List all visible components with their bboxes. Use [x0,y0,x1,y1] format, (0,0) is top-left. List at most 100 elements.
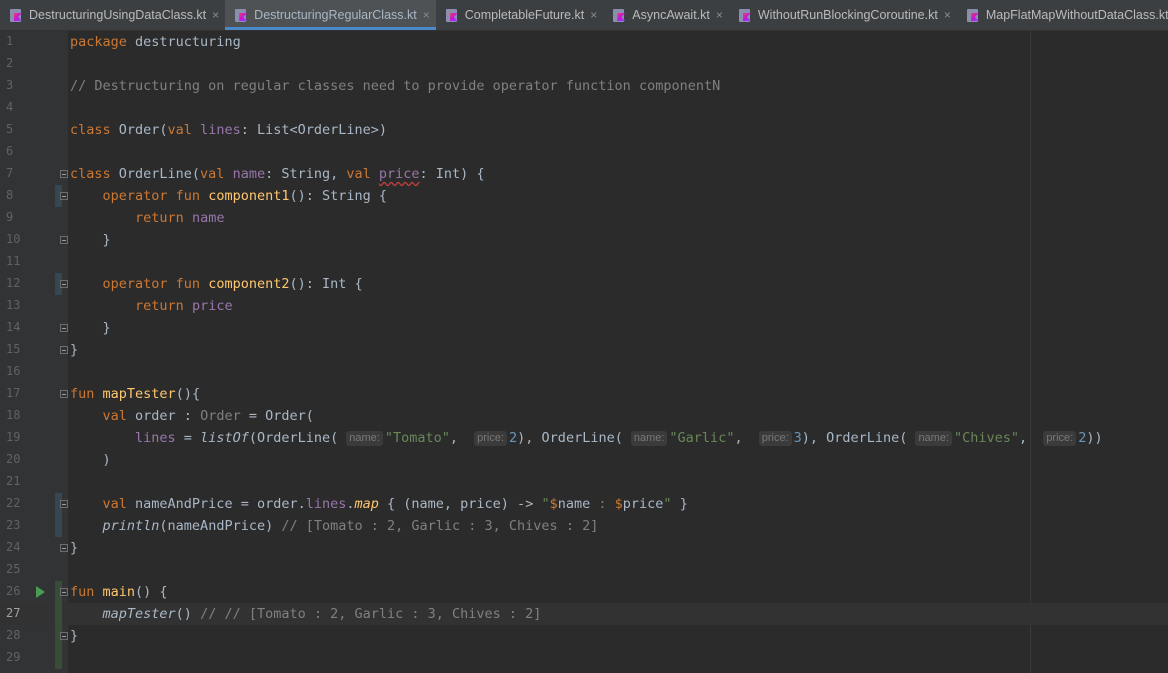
code-token: (): Int { [289,276,363,292]
line-number: 26 [6,584,21,598]
close-tab-icon[interactable]: × [590,8,597,22]
code-line[interactable]: 12 operator fun component2(): Int { [0,273,1168,295]
code-line[interactable]: 19 lines = listOf(OrderLine(name: "Tomato… [0,427,1168,449]
line-number: 22 [6,496,21,510]
line-number: 10 [6,232,21,246]
code-line[interactable]: 10 } [0,229,1168,251]
code-token: "Tomato" [384,430,450,446]
code-line[interactable]: 20 ) [0,449,1168,471]
code-line[interactable]: 13 return price [0,295,1168,317]
code-token: price [191,298,233,314]
tab-completablefuture[interactable]: CompletableFuture.kt × [436,0,604,30]
code-line[interactable]: 6 [0,141,1168,163]
tab-destructuringusingdataclass[interactable]: DestructuringUsingDataClass.kt × [0,0,225,30]
code-text: operator fun component1(): String { [70,187,388,205]
code-line[interactable]: 11 [0,251,1168,273]
close-tab-icon[interactable]: × [423,8,430,22]
code-line[interactable]: 16 [0,361,1168,383]
code-token: val [102,496,127,512]
code-token: : [590,496,615,512]
code-line[interactable]: 5 class Order(val lines: List<OrderLine>) [0,119,1168,141]
code-token: return [135,298,184,314]
line-number: 16 [6,364,21,378]
tab-label: DestructuringRegularClass.kt [254,8,417,22]
kotlin-file-icon [738,8,752,22]
fold-marker-icon[interactable] [60,346,68,354]
fold-marker-icon[interactable] [60,236,68,244]
code-token: return [135,210,184,226]
code-token: (nameAndPrice) [159,518,282,534]
code-token: val [200,166,225,182]
code-line[interactable]: 21 [0,471,1168,493]
code-line[interactable]: 25 [0,559,1168,581]
code-text: } [70,319,111,337]
code-line[interactable]: 28} [0,625,1168,647]
tab-label: DestructuringUsingDataClass.kt [29,8,207,22]
fold-marker-icon[interactable] [60,632,68,640]
code-text: fun main() { [70,583,168,601]
code-line[interactable]: 27 mapTester() // // [Tomato : 2, Garlic… [0,603,1168,625]
code-token: "Chives" [954,430,1020,446]
code-token: () [175,606,201,622]
code-text: } [70,627,78,645]
code-token: { (name, price) -> [378,496,542,512]
code-line[interactable]: 18 val order : Order = Order( [0,405,1168,427]
tab-asyncawait[interactable]: AsyncAwait.kt × [603,0,729,30]
code-token: $ [549,496,558,512]
code-line[interactable]: 23 println(nameAndPrice) // [Tomato : 2,… [0,515,1168,537]
close-tab-icon[interactable]: × [944,8,951,22]
line-number: 1 [6,34,14,48]
code-token: )) [1086,430,1103,446]
code-text: ) [70,451,111,469]
close-tab-icon[interactable]: × [212,8,219,22]
code-line[interactable]: 24} [0,537,1168,559]
code-token: // // [Tomato : 2, Garlic : 3, Chives : … [200,606,542,622]
fold-marker-icon[interactable] [60,390,68,398]
code-line[interactable]: 1 package destructuring [0,31,1168,53]
code-line[interactable]: 8 operator fun component1(): String { [0,185,1168,207]
tab-label: AsyncAwait.kt [632,8,710,22]
fold-marker-icon[interactable] [60,324,68,332]
code-line[interactable]: 14 } [0,317,1168,339]
fold-marker-icon[interactable] [60,588,68,596]
code-line[interactable]: 4 [0,97,1168,119]
code-editor[interactable]: 1 package destructuring 2 3// Destructuring… [0,31,1168,673]
code-line[interactable]: 26 fun main() { [0,581,1168,603]
code-line[interactable]: 29 [0,647,1168,669]
code-token: mapTester [102,606,176,622]
code-line[interactable]: 7 class OrderLine(val name: String, val p… [0,163,1168,185]
code-token: } [671,496,688,512]
fold-marker-icon[interactable] [60,500,68,508]
code-token: Order [200,408,241,424]
kotlin-file-icon [445,8,459,22]
code-line[interactable]: 17 fun mapTester(){ [0,383,1168,405]
fold-marker-icon[interactable] [60,192,68,200]
code-line[interactable]: 2 [0,53,1168,75]
code-token: = Order( [240,408,314,424]
kotlin-file-icon [613,8,626,22]
editor-tab-bar: DestructuringUsingDataClass.kt × Destructu… [0,0,1168,31]
tab-destructuringregularclass[interactable]: DestructuringRegularClass.kt × [225,0,436,30]
code-token: "Garlic" [669,430,735,446]
code-token: } [70,232,111,248]
code-text: class Order(val lines: List<OrderLine>) [70,121,387,139]
code-line[interactable]: 15} [0,339,1168,361]
fold-marker-icon[interactable] [60,280,68,288]
run-icon[interactable] [36,586,45,598]
code-token: " [663,496,672,512]
close-tab-icon[interactable]: × [716,8,723,22]
code-line[interactable]: 9 return name [0,207,1168,229]
fold-marker-icon[interactable] [60,544,68,552]
code-line[interactable]: 22 val nameAndPrice = order.lines.map { … [0,493,1168,515]
fold-marker-icon[interactable] [60,170,68,178]
tab-withoutrunblockingcoroutine[interactable]: WithoutRunBlockingCoroutine.kt × [729,0,957,30]
tab-mapflatmapwithoutdataclass[interactable]: MapFlatMapWithoutDataClass.kt× [957,0,1168,30]
code-line[interactable]: 3 // Destructuring on regular classes nee… [0,75,1168,97]
parameter-hint: name: [630,431,668,446]
code-token: val [346,166,371,182]
